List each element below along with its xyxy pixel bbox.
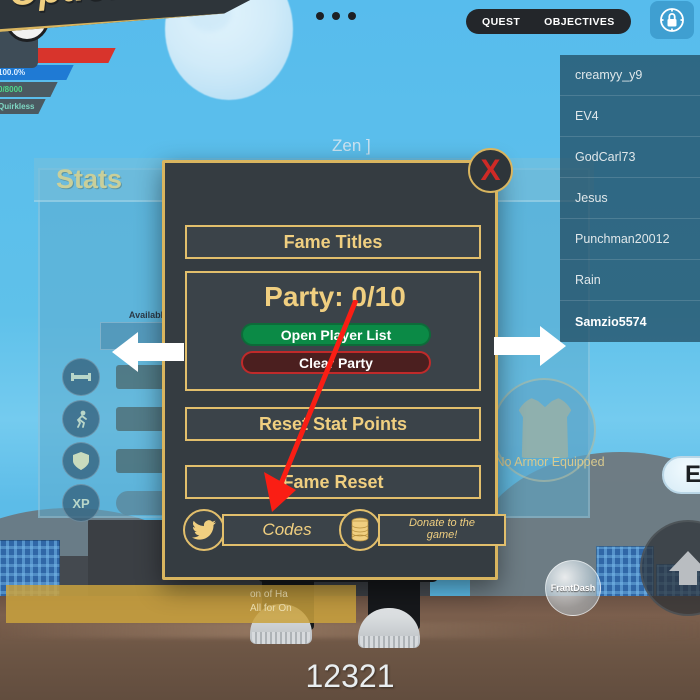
codes-label: Codes: [262, 520, 312, 539]
xp-icon-text: XP: [72, 495, 90, 511]
dash-bubble: FrantDash: [545, 560, 601, 616]
reset-stat-points-button[interactable]: Reset Stat Points: [185, 407, 481, 441]
ground-highlight: [0, 622, 700, 638]
shield-icon: [62, 442, 100, 480]
dumbbell-icon: [62, 358, 100, 396]
runner-icon: [62, 400, 100, 438]
donate-label-box: Donate to the game!: [378, 514, 506, 546]
list-item[interactable]: creamyy_y9: [560, 55, 700, 96]
quest-objectives-bar[interactable]: QUEST OBJECTIVES: [466, 9, 631, 34]
game-screen: on of Ha All for On FrantDash Zen ] Stat…: [0, 0, 700, 700]
list-item[interactable]: Punchman20012: [560, 219, 700, 260]
ellipsis-icon[interactable]: [316, 12, 356, 20]
donate-label-line-2: game!: [426, 529, 458, 541]
fame-titles-button[interactable]: Fame Titles: [185, 225, 481, 259]
stats-panel-title: Stats: [56, 163, 123, 194]
fame-titles-label: Fame Titles: [283, 231, 383, 252]
rank-bar: Quirkless: [0, 99, 46, 114]
dash-bubble-label: FrantDash: [550, 583, 596, 593]
codes-label-box: Codes: [222, 514, 352, 546]
interact-key-label: E: [684, 461, 700, 488]
list-item[interactable]: Rain: [560, 260, 700, 301]
list-item[interactable]: Jesus: [560, 178, 700, 219]
list-item[interactable]: EV4: [560, 96, 700, 137]
quest-button[interactable]: QUEST: [482, 16, 520, 28]
xp-icon: XP: [62, 484, 100, 522]
party-section: Party: 0/10 Open Player List Clear Party: [185, 271, 481, 391]
objectives-button[interactable]: OBJECTIVES: [544, 16, 615, 28]
experience-bar: 0/8000: [0, 82, 58, 97]
sign-line-2: All for On: [250, 603, 292, 614]
list-item[interactable]: GodCarl73: [560, 137, 700, 178]
donate-button[interactable]: Donate to the game!: [339, 509, 506, 551]
rank-bar-label: Quirkless: [0, 102, 35, 111]
experience-bar-label: 0/8000: [0, 85, 23, 94]
close-icon[interactable]: X: [468, 148, 513, 193]
sign-line-1: on of Ha: [250, 589, 288, 600]
coin-stack-icon: [339, 509, 381, 551]
mana-bar-label: 100.0%: [0, 68, 26, 77]
clear-party-button[interactable]: Clear Party: [241, 351, 431, 374]
fame-reset-label: Fame Reset: [282, 471, 384, 492]
bottom-number: 12321: [305, 658, 395, 694]
open-player-list-label: Open Player List: [280, 326, 392, 343]
reset-stat-points-label: Reset Stat Points: [258, 413, 408, 434]
player-list[interactable]: creamyy_y9 EV4 GodCarl73 Jesus Punchman2…: [560, 55, 700, 342]
party-title: Party: 0/10: [264, 281, 406, 312]
open-player-list-button[interactable]: Open Player List: [241, 323, 431, 346]
codes-button[interactable]: Codes: [183, 509, 352, 551]
close-label: X: [480, 153, 501, 187]
arrow-up-icon: [669, 551, 700, 585]
street-sign-text: on of Ha All for On: [250, 588, 430, 616]
clear-party-label: Clear Party: [299, 354, 373, 371]
interact-key-prompt[interactable]: E: [662, 456, 700, 494]
list-item-self[interactable]: Samzio5574: [560, 301, 700, 342]
options-dialog: Fame Titles Party: 0/10 Open Player List…: [162, 160, 506, 580]
lock-icon[interactable]: [650, 1, 694, 39]
arrow-right-icon: [494, 324, 566, 368]
player-nametag: Zen ]: [332, 136, 371, 155]
twitter-bird-icon: [183, 509, 225, 551]
fame-reset-button[interactable]: Fame Reset: [185, 465, 481, 499]
arrow-left-icon: [112, 330, 184, 374]
page-title: Options: [8, 0, 154, 14]
